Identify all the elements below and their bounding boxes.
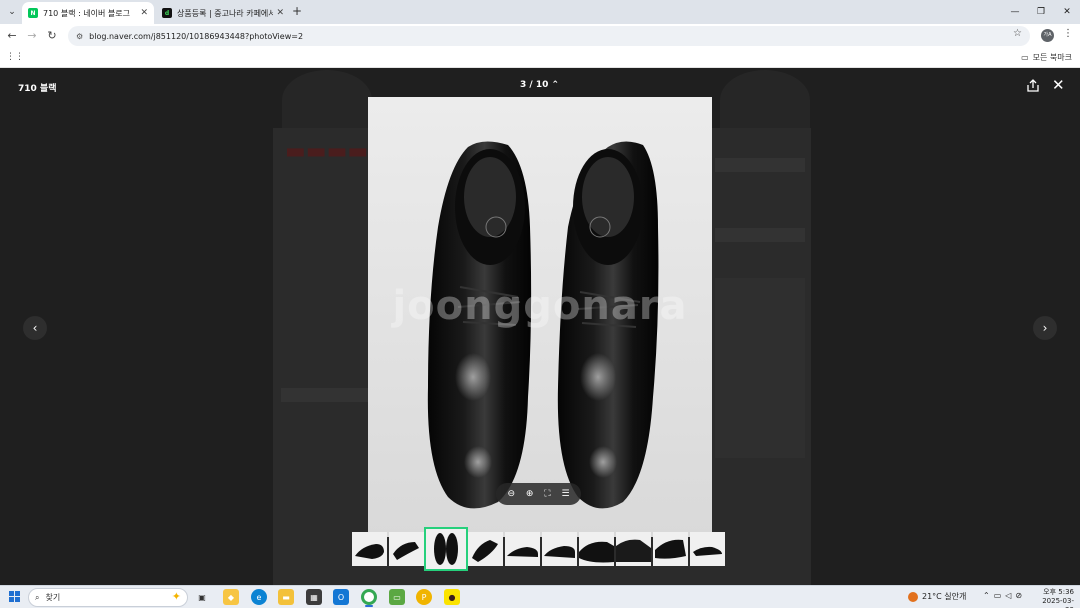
tab-naver-blog[interactable]: N 710 블랙 : 네이버 블로그 ✕ bbox=[22, 2, 154, 24]
photo-counter-text: 3 / 10 bbox=[520, 80, 549, 90]
close-tab-icon[interactable]: ✕ bbox=[276, 8, 284, 18]
thumbnail-9[interactable] bbox=[653, 532, 688, 566]
next-photo-button[interactable]: › bbox=[1033, 316, 1057, 340]
clock-date: 2025-03-23 bbox=[1042, 597, 1074, 608]
share-icon[interactable] bbox=[1026, 79, 1040, 93]
clock[interactable]: 오후 5:36 2025-03-23 bbox=[1036, 588, 1074, 608]
bookmark-bar: ⋮⋮ ▭ 모든 북마크 bbox=[0, 48, 1080, 68]
tray-chevron-icon[interactable]: ⌃ bbox=[983, 591, 994, 600]
tab-title: 상품등록 | 중고나라 카페에서 bbox=[177, 8, 274, 18]
window-controls: — ❐ ✕ bbox=[1002, 0, 1080, 24]
chevron-right-icon: › bbox=[1042, 321, 1048, 335]
zoom-toolbar: ⊖ ⊕ ⛶ ☰ bbox=[496, 483, 581, 505]
tab-title: 710 블랙 : 네이버 블로그 bbox=[43, 8, 131, 18]
search-placeholder: 찾기 bbox=[45, 593, 61, 602]
zoom-out-icon[interactable]: ⊖ bbox=[507, 489, 515, 499]
tab-bar: ⌄ N 710 블랙 : 네이버 블로그 ✕ d 상품등록 | 중고나라 카페에… bbox=[0, 0, 1080, 24]
background-block bbox=[715, 278, 805, 458]
weather-icon bbox=[908, 591, 918, 602]
minimize-icon[interactable]: — bbox=[1002, 0, 1028, 24]
thumbnail-10[interactable] bbox=[690, 532, 725, 566]
close-tab-icon[interactable]: ✕ bbox=[140, 8, 148, 18]
background-block bbox=[715, 158, 805, 172]
window-close-icon[interactable]: ✕ bbox=[1054, 0, 1080, 24]
volume-icon[interactable]: ◁ bbox=[1005, 591, 1015, 600]
watermark: joonggonara bbox=[392, 283, 688, 329]
edge-browser-icon[interactable]: e bbox=[251, 589, 267, 605]
more-menu-icon[interactable]: ⋮ bbox=[1063, 28, 1073, 39]
thumbnail-4[interactable] bbox=[468, 532, 503, 566]
background-block bbox=[715, 228, 805, 242]
reload-icon[interactable]: ↻ bbox=[44, 28, 60, 44]
kakaotalk-icon[interactable]: ● bbox=[444, 589, 460, 605]
photo-counter[interactable]: 3 / 10 ⌃ bbox=[520, 80, 559, 90]
chevron-left-icon: ‹ bbox=[32, 321, 38, 335]
chrome-icon[interactable] bbox=[361, 589, 377, 605]
settings-icon[interactable]: ⊘ bbox=[1015, 591, 1026, 600]
thumbnail-6[interactable] bbox=[542, 532, 577, 566]
cafe-favicon-icon: d bbox=[162, 8, 172, 18]
thumbnail-2[interactable] bbox=[389, 532, 424, 566]
store-icon[interactable]: ▦ bbox=[306, 589, 322, 605]
weather-widget[interactable]: 21°C 실안개 bbox=[908, 591, 966, 602]
browser-toolbar: ← → ↻ ⚙ blog.naver.com/j851120/101869434… bbox=[0, 24, 1080, 48]
address-bar[interactable]: ⚙ blog.naver.com/j851120/10186943448?pho… bbox=[68, 26, 1030, 46]
naver-blog-favicon-icon: N bbox=[28, 8, 38, 18]
app-icon[interactable]: ▭ bbox=[389, 589, 405, 605]
file-explorer-icon[interactable]: ▬ bbox=[278, 589, 294, 605]
close-viewer-icon[interactable]: ✕ bbox=[1052, 78, 1065, 93]
weather-text: 21°C 실안개 bbox=[922, 592, 967, 601]
fullscreen-icon[interactable]: ⛶ bbox=[544, 489, 550, 499]
thumbnail-3-selected[interactable] bbox=[424, 527, 468, 571]
thumbnail-8[interactable] bbox=[616, 532, 651, 566]
tab-joonggonara[interactable]: d 상품등록 | 중고나라 카페에서 ✕ bbox=[156, 2, 290, 24]
search-icon: ⌕ bbox=[35, 592, 40, 602]
thumbnail-5[interactable] bbox=[505, 532, 540, 566]
main-photo: joonggonara bbox=[368, 97, 712, 537]
info-list-icon[interactable]: ☰ bbox=[561, 489, 569, 499]
site-info-icon[interactable]: ⚙ bbox=[76, 32, 83, 41]
all-bookmarks-button[interactable]: ▭ 모든 북마크 bbox=[1021, 52, 1072, 63]
background-block bbox=[281, 388, 371, 402]
chrome-active-indicator bbox=[365, 605, 373, 607]
viewer-title: 710 블랙 bbox=[18, 84, 57, 94]
apps-grid-icon[interactable]: ⋮⋮ bbox=[6, 52, 24, 62]
folder-icon: ▭ bbox=[1021, 53, 1029, 62]
profile-avatar[interactable]: 가A bbox=[1041, 29, 1054, 42]
background-figure bbox=[720, 70, 810, 130]
zoom-in-icon[interactable]: ⊕ bbox=[526, 489, 534, 499]
forward-arrow-icon[interactable]: → bbox=[24, 28, 40, 44]
task-view-icon[interactable]: ▣ bbox=[194, 589, 210, 605]
taskbar: ⌕ 찾기 ✦ ▣ ◆ e ▬ ▦ O ▭ P ● 21°C 실안개 ⌃▭◁⊘ 오… bbox=[0, 585, 1080, 608]
app-icon[interactable]: P bbox=[416, 589, 432, 605]
tab-list-chevron-icon[interactable]: ⌄ bbox=[4, 4, 20, 20]
bookmark-star-icon[interactable]: ☆ bbox=[1013, 28, 1022, 39]
url-text: blog.naver.com/j851120/10186943448?photo… bbox=[89, 31, 304, 41]
system-tray[interactable]: ⌃▭◁⊘ bbox=[983, 591, 1026, 600]
background-red-text: ▬▬▬▬ bbox=[285, 138, 369, 164]
outlook-icon[interactable]: O bbox=[333, 589, 349, 605]
restore-icon[interactable]: ❐ bbox=[1028, 0, 1054, 24]
network-icon[interactable]: ▭ bbox=[994, 591, 1006, 600]
all-bookmarks-label: 모든 북마크 bbox=[1032, 53, 1072, 62]
windows-start-icon[interactable] bbox=[9, 591, 20, 602]
background-figure bbox=[282, 70, 372, 130]
previous-photo-button[interactable]: ‹ bbox=[23, 316, 47, 340]
back-arrow-icon[interactable]: ← bbox=[4, 28, 20, 44]
photo-viewer: ▬▬▬▬ 710 블랙 3 / 10 ⌃ ✕ ‹ › joonggonara ⊖… bbox=[0, 68, 1080, 585]
widgets-icon[interactable]: ◆ bbox=[223, 589, 239, 605]
thumbnail-7[interactable] bbox=[579, 532, 614, 566]
thumbnail-strip bbox=[352, 527, 725, 571]
chevron-up-icon: ⌃ bbox=[551, 80, 560, 90]
copilot-sparkle-icon: ✦ bbox=[171, 590, 181, 603]
thumbnail-1[interactable] bbox=[352, 532, 387, 566]
new-tab-icon[interactable]: + bbox=[292, 4, 302, 18]
taskbar-search[interactable]: ⌕ 찾기 ✦ bbox=[28, 588, 188, 607]
clock-time: 오후 5:36 bbox=[1043, 588, 1074, 596]
